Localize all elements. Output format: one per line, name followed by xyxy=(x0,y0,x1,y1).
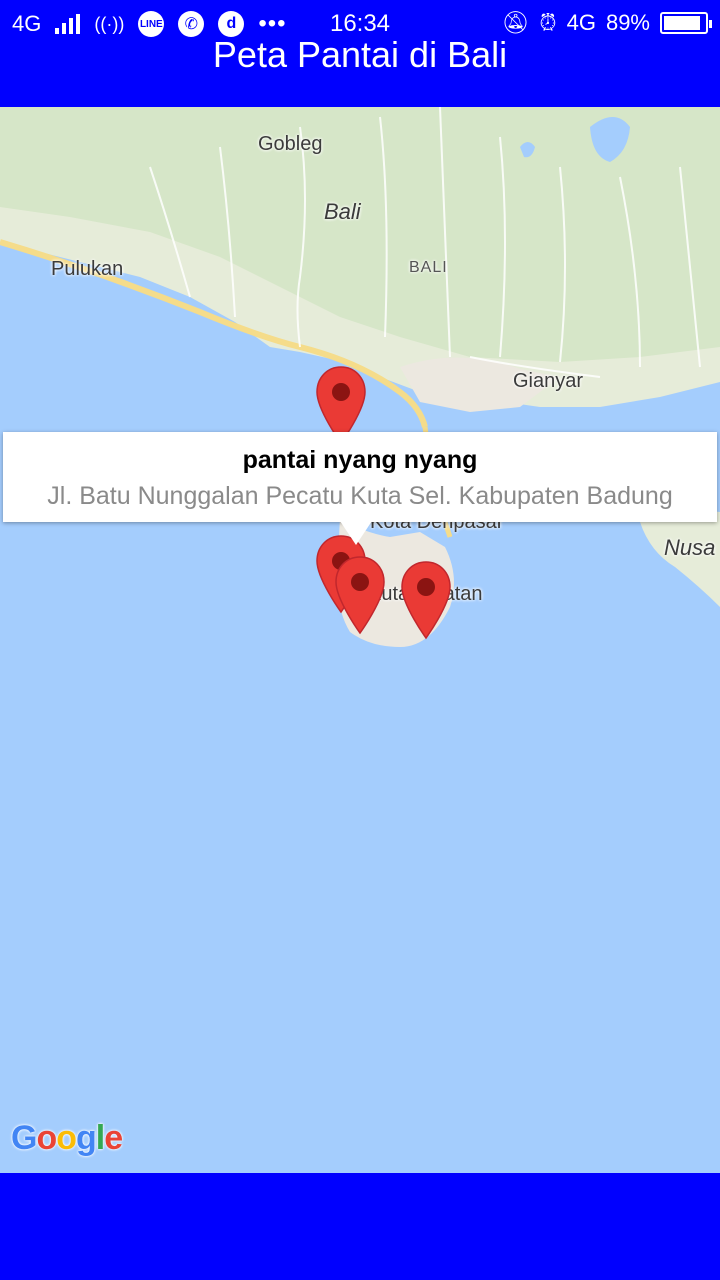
google-logo-letter: G xyxy=(11,1119,37,1157)
map-marker-pin[interactable] xyxy=(334,555,386,635)
battery-percent: 89% xyxy=(605,10,650,35)
google-logo-letter: g xyxy=(76,1119,97,1157)
label-bali-province: BALI xyxy=(409,259,448,276)
info-window-title: pantai nyang nyang xyxy=(242,446,478,474)
battery-icon xyxy=(660,12,712,34)
google-logo-letter: o xyxy=(36,1119,57,1157)
label-gobleg: Gobleg xyxy=(258,133,323,155)
google-logo-letter: o xyxy=(56,1119,77,1157)
label-nusa: Nusa xyxy=(664,535,716,560)
page-title: Peta Pantai di Bali xyxy=(212,34,508,75)
mute-icon: 🔕︎ xyxy=(501,10,530,35)
google-logo-letter: e xyxy=(104,1119,123,1157)
label-pulukan: Pulukan xyxy=(51,258,124,280)
google-logo-letter: l xyxy=(95,1119,106,1157)
marker-info-window[interactable]: pantai nyang nyang Jl. Batu Nunggalan Pe… xyxy=(3,432,717,522)
info-window-pointer xyxy=(340,521,372,545)
app-header: 4G ((·)) LINE ✆ d ••• 16:34 🔕︎ ⏰︎ 4G 89%… xyxy=(0,0,720,107)
alarm-icon: ⏰︎ xyxy=(539,10,557,35)
google-logo: Google xyxy=(11,1119,123,1158)
info-window-snippet: Jl. Batu Nunggalan Pecatu Kuta Sel. Kabu… xyxy=(47,482,673,510)
map-marker-pin[interactable] xyxy=(400,560,452,640)
network-type-right: 4G xyxy=(566,10,596,35)
label-bali-region: Bali xyxy=(324,199,361,224)
bottom-bar xyxy=(0,1173,720,1280)
battery-fill xyxy=(664,16,700,30)
map-view[interactable]: Gobleg Bali BALI Pulukan Gianyar Kota De… xyxy=(0,107,720,1173)
status-right: 🔕︎ ⏰︎ 4G 89% xyxy=(501,10,712,36)
label-gianyar: Gianyar xyxy=(513,370,584,392)
